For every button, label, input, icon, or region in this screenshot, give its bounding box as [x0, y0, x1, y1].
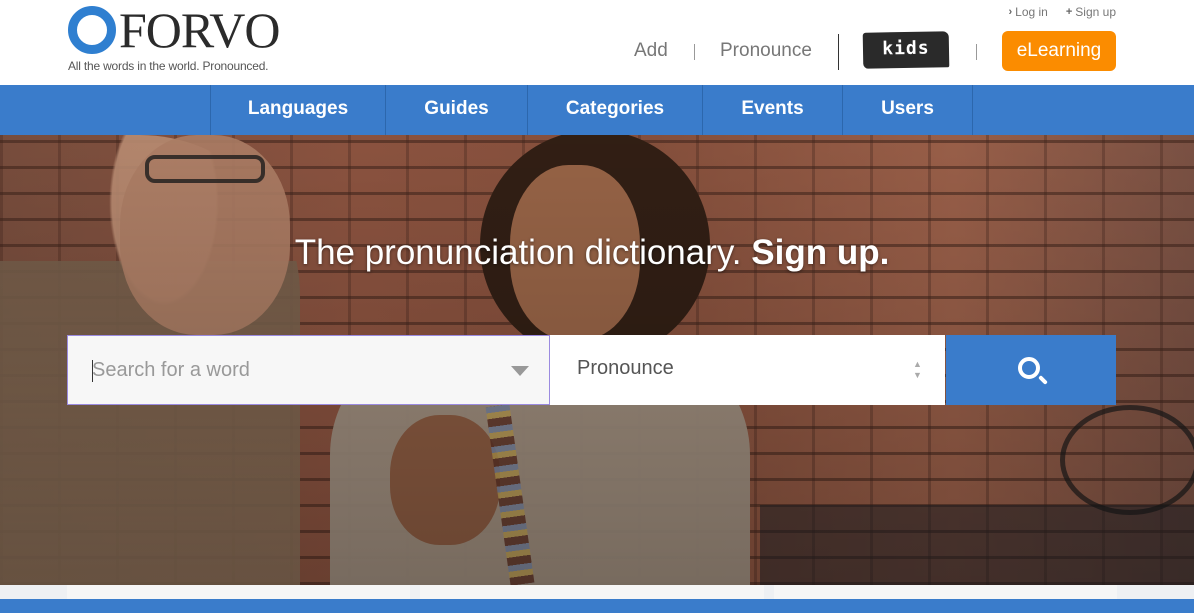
nav-item-categories[interactable]: Categories — [527, 85, 702, 135]
account-links: › Log in + Sign up — [1008, 5, 1116, 19]
select-arrows-icon: ▲ ▼ — [913, 359, 922, 380]
hero-signup-link[interactable]: Sign up. — [751, 233, 889, 272]
logo-circle-icon — [68, 6, 116, 54]
tagline: All the words in the world. Pronounced. — [68, 59, 269, 73]
site-header: FORVO All the words in the world. Pronou… — [0, 0, 1194, 85]
hero-banner: The pronunciation dictionary. Sign up. P… — [0, 135, 1194, 585]
add-link[interactable]: Add — [634, 40, 668, 62]
search-mode-value: Pronounce — [577, 357, 674, 379]
login-link[interactable]: › Log in — [1008, 5, 1047, 19]
main-nav: Languages Guides Categories Events Users — [0, 85, 1194, 135]
content-card — [420, 585, 764, 599]
signup-link[interactable]: + Sign up — [1066, 5, 1116, 19]
nav-divider — [976, 44, 977, 60]
nav-divider — [972, 85, 973, 135]
search-field[interactable] — [67, 335, 550, 405]
login-label: Log in — [1015, 5, 1048, 19]
nav-item-events[interactable]: Events — [702, 85, 842, 135]
nav-item-languages[interactable]: Languages — [210, 85, 385, 135]
pronounce-link[interactable]: Pronounce — [720, 40, 812, 62]
search-icon — [1018, 357, 1040, 379]
signup-label: Sign up — [1075, 5, 1116, 19]
nav-item-users[interactable]: Users — [842, 85, 972, 135]
hero-title: The pronunciation dictionary. Sign up. — [0, 233, 1184, 273]
nav-divider — [838, 34, 839, 70]
text-cursor — [92, 360, 93, 382]
nav-divider — [694, 44, 695, 60]
plus-icon: + — [1065, 6, 1073, 18]
logo-wordmark: FORVO — [119, 2, 280, 58]
chevron-down-icon[interactable] — [511, 366, 529, 376]
search-mode-select[interactable]: Pronounce ▲ ▼ — [550, 335, 945, 405]
footer-bar — [0, 599, 1194, 613]
kids-button[interactable]: kids — [862, 31, 950, 69]
forvo-logo[interactable]: FORVO All the words in the world. Pronou… — [68, 2, 280, 73]
chevron-right-icon: › — [1008, 6, 1013, 18]
content-card — [773, 585, 1117, 599]
search-input[interactable] — [92, 336, 492, 404]
hero-title-text: The pronunciation dictionary. — [294, 233, 742, 272]
search-button[interactable] — [946, 335, 1116, 405]
elearning-button[interactable]: eLearning — [1002, 31, 1116, 71]
nav-item-guides[interactable]: Guides — [385, 85, 527, 135]
content-cards — [67, 585, 1117, 599]
content-card — [67, 585, 411, 599]
